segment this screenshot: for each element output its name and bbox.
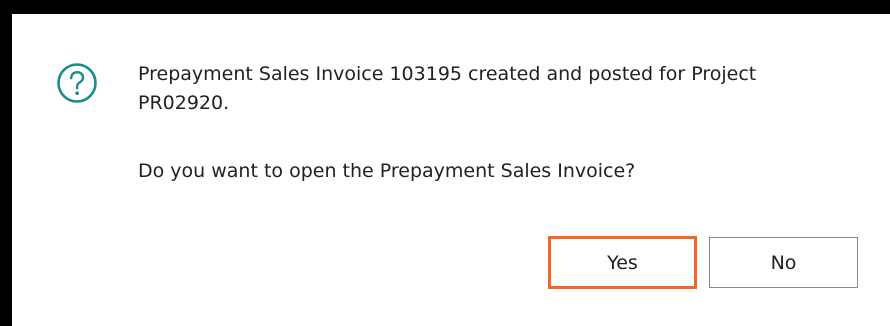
yes-button[interactable]: Yes: [548, 236, 697, 289]
message-line: PR02920.: [138, 92, 230, 114]
dialog-question: Do you want to open the Prepayment Sales…: [138, 160, 636, 182]
message-line: Prepayment Sales Invoice 103195 created …: [138, 63, 757, 85]
confirm-dialog: Prepayment Sales Invoice 103195 created …: [12, 14, 890, 326]
question-circle-icon: [56, 62, 98, 104]
dialog-message: Prepayment Sales Invoice 103195 created …: [138, 60, 868, 118]
no-button[interactable]: No: [709, 237, 858, 288]
